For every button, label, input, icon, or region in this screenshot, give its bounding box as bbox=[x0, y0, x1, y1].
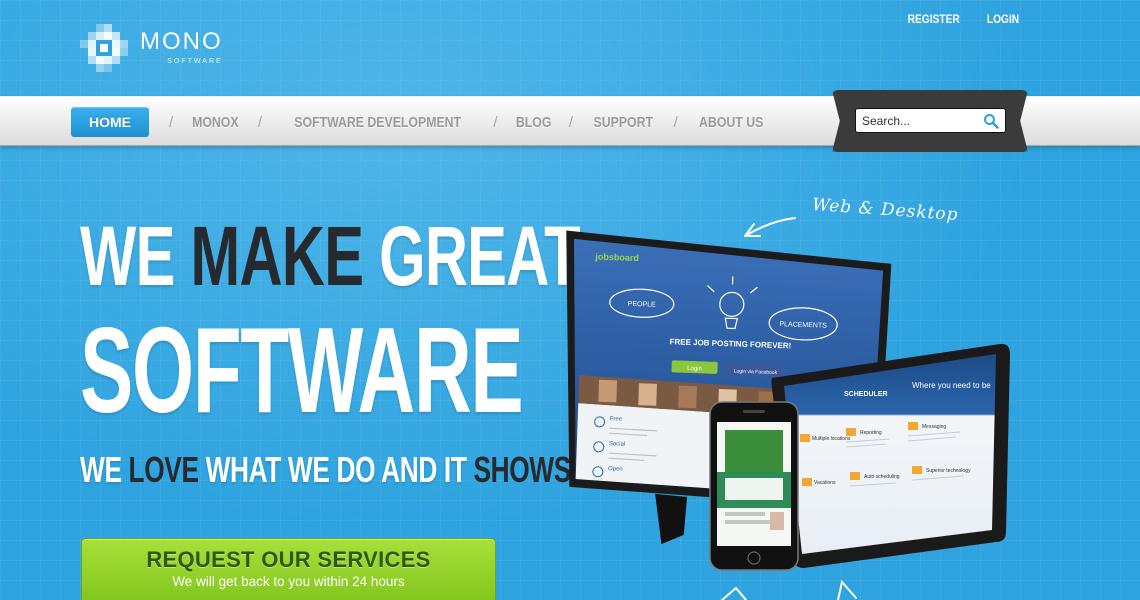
logo-text: MONO SOFTWARE bbox=[140, 28, 223, 65]
nav-separator: / bbox=[493, 113, 498, 131]
search-icon[interactable] bbox=[983, 113, 999, 129]
logo[interactable]: MONO SOFTWARE bbox=[80, 24, 223, 76]
tablet-feature: Superior technology bbox=[926, 468, 971, 474]
hero-headline-line-2: SOFTWARE bbox=[80, 302, 524, 438]
nav-separator: / bbox=[673, 113, 678, 131]
monitor-login-button: Login bbox=[687, 366, 702, 373]
top-links: REGISTER LOGIN bbox=[903, 12, 1022, 26]
tablet-feature: Vacations bbox=[814, 480, 836, 486]
tablet-feature: Auto scheduling bbox=[864, 474, 900, 480]
phone bbox=[709, 401, 799, 571]
tablet-headline: Where you need to be bbox=[912, 381, 991, 390]
nav-item-home[interactable]: HOME bbox=[71, 107, 149, 137]
nav-item-about-us[interactable]: ABOUT US bbox=[699, 114, 763, 131]
register-link[interactable]: REGISTER bbox=[907, 12, 959, 26]
hero-tagline: WE LOVE WHAT WE DO AND IT SHOWS bbox=[80, 449, 571, 491]
monitor-feature: Social bbox=[609, 441, 626, 448]
monitor-feature: Free bbox=[610, 416, 623, 422]
search-box bbox=[855, 108, 1006, 133]
nav-items: HOME / MONOX / SOFTWARE DEVELOPMENT / BL… bbox=[71, 106, 770, 138]
arrow-icon bbox=[744, 217, 796, 237]
tablet-brand: SCHEDULER bbox=[844, 391, 888, 398]
hero-headline-line-1: WE MAKE GREAT bbox=[80, 208, 581, 305]
tagline-text: WE bbox=[80, 449, 129, 490]
logo-mark-icon bbox=[80, 24, 132, 76]
tagline-text: WHAT WE DO AND IT bbox=[198, 449, 474, 490]
login-link[interactable]: LOGIN bbox=[987, 12, 1019, 26]
cta-title: REQUEST OUR SERVICES bbox=[146, 547, 431, 572]
nav-item-support[interactable]: SUPPORT bbox=[594, 114, 653, 131]
nav-separator: / bbox=[568, 113, 574, 131]
request-services-button[interactable]: REQUEST OUR SERVICES We will get back to… bbox=[81, 538, 496, 600]
search-input[interactable] bbox=[856, 113, 976, 128]
logo-subtitle: SOFTWARE bbox=[167, 57, 223, 65]
hero-text: WE bbox=[80, 209, 191, 303]
tagline-emphasis: LOVE bbox=[128, 449, 199, 490]
nav-item-software-development[interactable]: SOFTWARE DEVELOPMENT bbox=[294, 114, 461, 131]
cta-subtitle: We will get back to you within 24 hours bbox=[172, 574, 405, 589]
monitor-brand: jobsboard bbox=[594, 252, 639, 264]
logo-name: MONO bbox=[140, 27, 223, 55]
tablet-feature: Reporting bbox=[860, 430, 882, 436]
nav-separator: / bbox=[257, 113, 263, 131]
devices-illustration: jobsboard PEOPLE PLACEMENTS FREE JOB POS… bbox=[566, 217, 1010, 600]
tablet-feature: Multiple locations bbox=[812, 436, 851, 442]
monitor-bubble-left: PEOPLE bbox=[628, 301, 657, 309]
nav-separator: / bbox=[169, 113, 174, 131]
nav-item-blog[interactable]: BLOG bbox=[515, 114, 551, 131]
tablet-feature: Messaging bbox=[922, 424, 946, 430]
tablet: SCHEDULER Where you need to be Reporting… bbox=[771, 343, 1010, 568]
hero-text-emphasis: MAKE bbox=[190, 209, 364, 303]
monitor-feature: Open bbox=[608, 466, 623, 473]
nav-item-monox[interactable]: MONOX bbox=[192, 114, 238, 131]
